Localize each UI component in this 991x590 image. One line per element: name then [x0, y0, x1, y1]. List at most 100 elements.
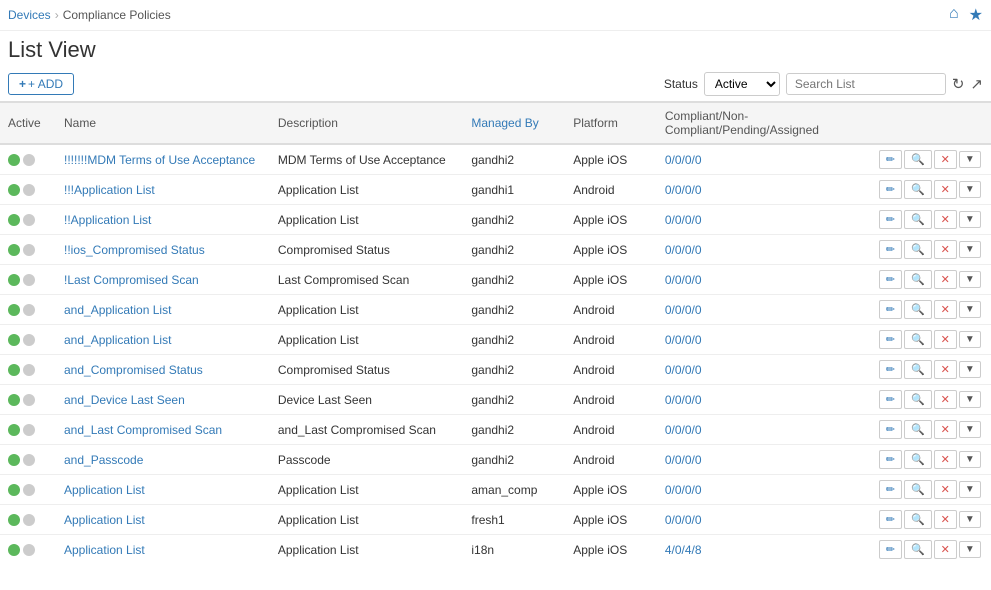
score-cell[interactable]: 0/0/0/0 — [657, 415, 871, 445]
edit-button[interactable]: ✏ — [879, 180, 902, 199]
policy-link[interactable]: and_Passcode — [64, 453, 143, 467]
more-button[interactable]: ▼ — [959, 391, 981, 408]
name-cell[interactable]: !!Application List — [56, 205, 270, 235]
edit-button[interactable]: ✏ — [879, 420, 902, 439]
score-link[interactable]: 0/0/0/0 — [665, 423, 702, 437]
delete-button[interactable]: ✕ — [934, 480, 957, 499]
actions-cell[interactable]: ✏ 🔍 ✕ ▼ — [871, 175, 991, 205]
actions-cell[interactable]: ✏ 🔍 ✕ ▼ — [871, 505, 991, 535]
name-cell[interactable]: !!!!!!!MDM Terms of Use Acceptance — [56, 144, 270, 175]
search-button[interactable]: 🔍 — [904, 390, 932, 409]
delete-button[interactable]: ✕ — [934, 450, 957, 469]
search-button[interactable]: 🔍 — [904, 330, 932, 349]
score-link[interactable]: 0/0/0/0 — [665, 453, 702, 467]
more-button[interactable]: ▼ — [959, 511, 981, 528]
edit-button[interactable]: ✏ — [879, 240, 902, 259]
delete-button[interactable]: ✕ — [934, 390, 957, 409]
search-button[interactable]: 🔍 — [904, 510, 932, 529]
delete-button[interactable]: ✕ — [934, 180, 957, 199]
policy-link[interactable]: and_Application List — [64, 333, 171, 347]
delete-button[interactable]: ✕ — [934, 420, 957, 439]
delete-button[interactable]: ✕ — [934, 150, 957, 169]
score-cell[interactable]: 0/0/0/0 — [657, 355, 871, 385]
delete-button[interactable]: ✕ — [934, 240, 957, 259]
actions-cell[interactable]: ✏ 🔍 ✕ ▼ — [871, 235, 991, 265]
policy-link[interactable]: Application List — [64, 483, 145, 497]
delete-button[interactable]: ✕ — [934, 330, 957, 349]
more-button[interactable]: ▼ — [959, 421, 981, 438]
search-button[interactable]: 🔍 — [904, 540, 932, 559]
delete-button[interactable]: ✕ — [934, 270, 957, 289]
status-select[interactable]: Active Inactive All — [704, 72, 780, 96]
name-cell[interactable]: !!ios_Compromised Status — [56, 235, 270, 265]
edit-button[interactable]: ✏ — [879, 150, 902, 169]
actions-cell[interactable]: ✏ 🔍 ✕ ▼ — [871, 144, 991, 175]
search-button[interactable]: 🔍 — [904, 420, 932, 439]
name-cell[interactable]: and_Application List — [56, 295, 270, 325]
score-link[interactable]: 0/0/0/0 — [665, 213, 702, 227]
score-cell[interactable]: 0/0/0/0 — [657, 385, 871, 415]
score-cell[interactable]: 0/0/0/0 — [657, 235, 871, 265]
actions-cell[interactable]: ✏ 🔍 ✕ ▼ — [871, 355, 991, 385]
score-link[interactable]: 0/0/0/0 — [665, 363, 702, 377]
score-cell[interactable]: 0/0/0/0 — [657, 475, 871, 505]
more-button[interactable]: ▼ — [959, 271, 981, 288]
policy-link[interactable]: !!ios_Compromised Status — [64, 243, 205, 257]
search-button[interactable]: 🔍 — [904, 210, 932, 229]
delete-button[interactable]: ✕ — [934, 210, 957, 229]
more-button[interactable]: ▼ — [959, 151, 981, 168]
actions-cell[interactable]: ✏ 🔍 ✕ ▼ — [871, 295, 991, 325]
score-cell[interactable]: 0/0/0/0 — [657, 265, 871, 295]
export-button[interactable]: ↗ — [970, 75, 983, 93]
edit-button[interactable]: ✏ — [879, 300, 902, 319]
score-link[interactable]: 0/0/0/0 — [665, 333, 702, 347]
name-cell[interactable]: Application List — [56, 505, 270, 535]
edit-button[interactable]: ✏ — [879, 390, 902, 409]
search-button[interactable]: 🔍 — [904, 150, 932, 169]
search-button[interactable]: 🔍 — [904, 360, 932, 379]
score-link[interactable]: 0/0/0/0 — [665, 153, 702, 167]
actions-cell[interactable]: ✏ 🔍 ✕ ▼ — [871, 265, 991, 295]
delete-button[interactable]: ✕ — [934, 510, 957, 529]
search-input[interactable] — [786, 73, 946, 95]
edit-button[interactable]: ✏ — [879, 510, 902, 529]
home-icon[interactable]: ⌂ — [949, 5, 959, 25]
policy-link[interactable]: !!!Application List — [64, 183, 155, 197]
score-cell[interactable]: 0/0/0/0 — [657, 445, 871, 475]
edit-button[interactable]: ✏ — [879, 360, 902, 379]
name-cell[interactable]: and_Application List — [56, 325, 270, 355]
name-cell[interactable]: and_Passcode — [56, 445, 270, 475]
actions-cell[interactable]: ✏ 🔍 ✕ ▼ — [871, 475, 991, 505]
edit-button[interactable]: ✏ — [879, 480, 902, 499]
edit-button[interactable]: ✏ — [879, 450, 902, 469]
name-cell[interactable]: !!!Application List — [56, 175, 270, 205]
name-cell[interactable]: !Last Compromised Scan — [56, 265, 270, 295]
policy-link[interactable]: and_Compromised Status — [64, 363, 203, 377]
policy-link[interactable]: Application List — [64, 513, 145, 527]
score-link[interactable]: 0/0/0/0 — [665, 243, 702, 257]
edit-button[interactable]: ✏ — [879, 330, 902, 349]
breadcrumb-devices[interactable]: Devices — [8, 8, 51, 22]
actions-cell[interactable]: ✏ 🔍 ✕ ▼ — [871, 415, 991, 445]
name-cell[interactable]: and_Compromised Status — [56, 355, 270, 385]
score-cell[interactable]: 0/0/0/0 — [657, 144, 871, 175]
more-button[interactable]: ▼ — [959, 301, 981, 318]
policy-link[interactable]: !!!!!!!MDM Terms of Use Acceptance — [64, 153, 255, 167]
actions-cell[interactable]: ✏ 🔍 ✕ ▼ — [871, 445, 991, 475]
score-cell[interactable]: 4/0/4/8 — [657, 535, 871, 563]
delete-button[interactable]: ✕ — [934, 300, 957, 319]
edit-button[interactable]: ✏ — [879, 270, 902, 289]
score-link[interactable]: 0/0/0/0 — [665, 393, 702, 407]
delete-button[interactable]: ✕ — [934, 360, 957, 379]
more-button[interactable]: ▼ — [959, 181, 981, 198]
policy-link[interactable]: !Last Compromised Scan — [64, 273, 199, 287]
policy-link[interactable]: and_Application List — [64, 303, 171, 317]
score-link[interactable]: 0/0/0/0 — [665, 483, 702, 497]
score-cell[interactable]: 0/0/0/0 — [657, 505, 871, 535]
refresh-button[interactable]: ↻ — [952, 75, 965, 93]
more-button[interactable]: ▼ — [959, 361, 981, 378]
search-button[interactable]: 🔍 — [904, 480, 932, 499]
actions-cell[interactable]: ✏ 🔍 ✕ ▼ — [871, 385, 991, 415]
star-icon[interactable]: ★ — [969, 5, 983, 25]
search-button[interactable]: 🔍 — [904, 240, 932, 259]
